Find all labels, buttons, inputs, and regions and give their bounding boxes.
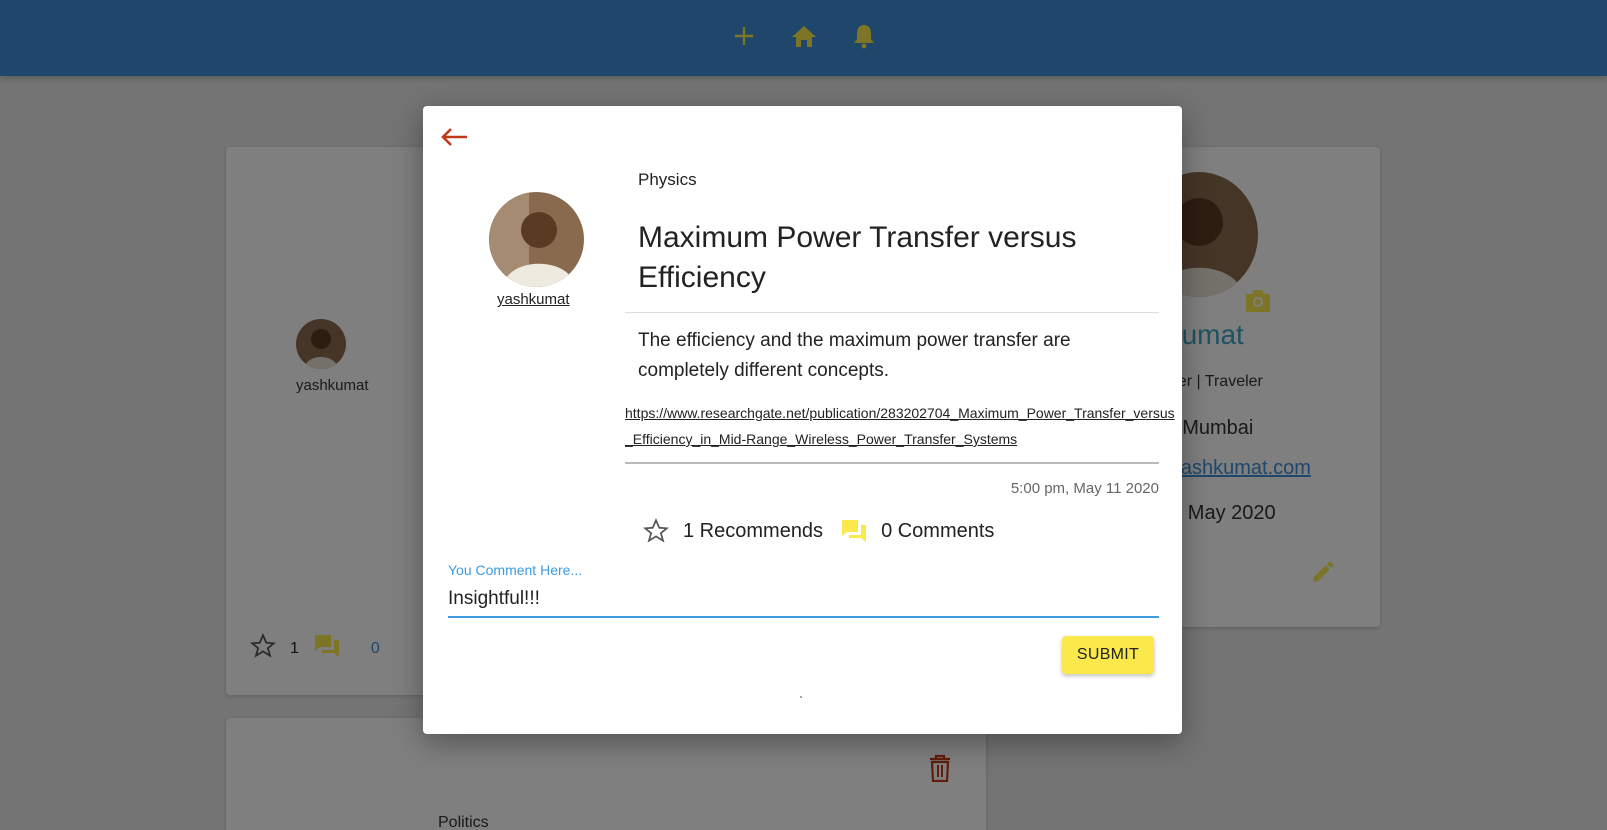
post-link[interactable]: https://www.researchgate.net/publication…: [625, 400, 1182, 452]
post-title: Maximum Power Transfer versus Efficiency: [638, 221, 1077, 294]
star-icon[interactable]: [641, 516, 671, 546]
divider: [625, 312, 1159, 313]
author-link[interactable]: yashkumat: [497, 291, 570, 308]
post-timestamp: 5:00 pm, May 11 2020: [1010, 480, 1159, 497]
comment-input[interactable]: [448, 582, 1159, 618]
post-dialog: yashkumat Physics Maximum Power Transfer…: [423, 106, 1182, 734]
loading-dot: [800, 696, 802, 698]
back-arrow-icon[interactable]: [439, 124, 469, 150]
submit-button[interactable]: SUBMIT: [1062, 636, 1154, 674]
post-actions: 1 Recommends 0 Comments: [641, 516, 1010, 546]
post-description: The efficiency and the maximum power tra…: [638, 330, 1071, 381]
post-topic: Physics: [638, 170, 697, 189]
author-avatar[interactable]: [489, 192, 584, 287]
comment-field-label: You Comment Here...: [448, 562, 583, 578]
comment-icon[interactable]: [839, 516, 869, 546]
comments-count: 0 Comments: [881, 519, 995, 542]
recommends-count: 1 Recommends: [683, 519, 824, 542]
divider: [625, 462, 1159, 464]
